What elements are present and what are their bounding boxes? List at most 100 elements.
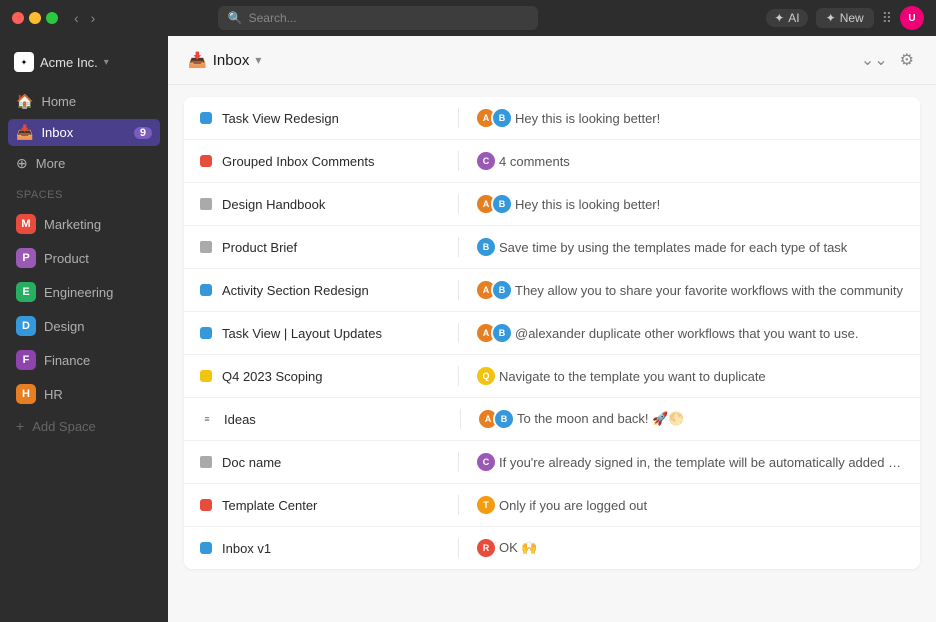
minimize-button[interactable]	[29, 12, 41, 24]
nav-buttons: ‹ ›	[70, 8, 99, 28]
titlebar-right: ✦ AI ✦ New ⠿ U	[766, 6, 924, 30]
inbox-title: Inbox	[213, 52, 250, 69]
comment-avatars: B	[475, 236, 491, 258]
avatar: B	[491, 322, 513, 344]
inbox-row[interactable]: Task View | Layout Updates A B @alexande…	[184, 312, 920, 355]
space-item-hr[interactable]: H HR	[8, 379, 160, 409]
ai-label: AI	[788, 11, 799, 25]
task-comment: C If you're already signed in, the templ…	[475, 451, 904, 473]
back-button[interactable]: ‹	[70, 8, 83, 28]
comment-text: They allow you to share your favorite wo…	[515, 283, 903, 298]
task-indicator	[200, 327, 212, 339]
space-item-finance[interactable]: F Finance	[8, 345, 160, 375]
star-icon: ✦	[826, 11, 836, 25]
comment-text: Save time by using the templates made fo…	[499, 240, 847, 255]
space-dot-engineering: E	[16, 282, 36, 302]
comment-text: OK 🙌	[499, 540, 538, 556]
inbox-row[interactable]: Q4 2023 Scoping Q Navigate to the templa…	[184, 355, 920, 398]
forward-button[interactable]: ›	[87, 8, 100, 28]
comment-avatars: Q	[475, 365, 491, 387]
inbox-row[interactable]: Template Center T Only if you are logged…	[184, 484, 920, 527]
inbox-row[interactable]: Inbox v1 R OK 🙌	[184, 527, 920, 569]
collapse-button[interactable]: ⌄⌄	[859, 48, 890, 72]
search-placeholder: Search...	[249, 11, 297, 25]
task-indicator	[200, 542, 212, 554]
comment-avatars: T	[475, 494, 491, 516]
task-name: Activity Section Redesign	[222, 283, 442, 298]
task-comment: C 4 comments	[475, 150, 904, 172]
sidebar: ✦ Acme Inc. ▾ 🏠 Home 📥 Inbox 9 ⊕ More Sp…	[0, 36, 168, 622]
avatar: B	[493, 408, 515, 430]
inbox-row[interactable]: Product Brief B Save time by using the t…	[184, 226, 920, 269]
task-indicator	[200, 284, 212, 296]
close-button[interactable]	[12, 12, 24, 24]
comment-avatars: C	[475, 451, 491, 473]
sidebar-item-more-label: More	[36, 156, 66, 171]
workspace-logo: ✦	[14, 52, 34, 72]
sidebar-item-home-label: Home	[41, 94, 76, 109]
task-comment: A B To the moon and back! 🚀🌕	[477, 408, 904, 430]
avatar: C	[475, 451, 497, 473]
new-label: New	[840, 11, 864, 25]
add-space-button[interactable]: + Add Space	[8, 413, 160, 439]
inbox-row[interactable]: Grouped Inbox Comments C 4 comments	[184, 140, 920, 183]
comment-text: 4 comments	[499, 154, 570, 169]
task-divider	[458, 495, 459, 515]
inbox-title-chevron-icon[interactable]: ▾	[255, 53, 261, 67]
task-indicator	[200, 112, 212, 124]
task-name: Ideas	[224, 412, 444, 427]
task-name: Product Brief	[222, 240, 442, 255]
space-item-marketing[interactable]: M Marketing	[8, 209, 160, 239]
task-divider	[458, 280, 459, 300]
add-space-label: Add Space	[32, 419, 96, 434]
task-name: Task View | Layout Updates	[222, 326, 442, 341]
task-divider	[458, 151, 459, 171]
avatar: Q	[475, 365, 497, 387]
inbox-badge: 9	[134, 127, 152, 139]
avatar: B	[475, 236, 497, 258]
ai-icon: ✦	[774, 11, 784, 25]
avatar: B	[491, 193, 513, 215]
inbox-row[interactable]: Doc name C If you're already signed in, …	[184, 441, 920, 484]
space-item-product[interactable]: P Product	[8, 243, 160, 273]
comment-avatars: A B	[477, 408, 509, 430]
sidebar-item-inbox-label: Inbox	[41, 125, 73, 140]
inbox-row[interactable]: ≡ Ideas A B To the moon and back! 🚀🌕	[184, 398, 920, 441]
task-indicator	[200, 370, 212, 382]
space-label-engineering: Engineering	[44, 285, 113, 300]
task-comment: T Only if you are logged out	[475, 494, 904, 516]
maximize-button[interactable]	[46, 12, 58, 24]
sidebar-item-home[interactable]: 🏠 Home	[8, 88, 160, 115]
avatar: T	[475, 494, 497, 516]
search-bar[interactable]: 🔍 Search...	[218, 6, 538, 30]
home-icon: 🏠	[16, 93, 33, 110]
space-item-engineering[interactable]: E Engineering	[8, 277, 160, 307]
space-item-design[interactable]: D Design	[8, 311, 160, 341]
search-icon: 🔍	[228, 11, 243, 25]
main-layout: ✦ Acme Inc. ▾ 🏠 Home 📥 Inbox 9 ⊕ More Sp…	[0, 36, 936, 622]
inbox-row[interactable]: Design Handbook A B Hey this is looking …	[184, 183, 920, 226]
sidebar-item-more[interactable]: ⊕ More	[8, 150, 160, 177]
settings-button[interactable]: ⚙	[898, 48, 916, 72]
workspace-selector[interactable]: ✦ Acme Inc. ▾	[8, 48, 160, 76]
apps-icon[interactable]: ⠿	[882, 10, 892, 27]
space-label-product: Product	[44, 251, 89, 266]
comment-text: Only if you are logged out	[499, 498, 647, 513]
task-comment: R OK 🙌	[475, 537, 904, 559]
comment-text: Hey this is looking better!	[515, 197, 660, 212]
sidebar-item-inbox[interactable]: 📥 Inbox 9	[8, 119, 160, 146]
comment-avatars: A B	[475, 279, 507, 301]
inbox-row[interactable]: Task View Redesign A B Hey this is looki…	[184, 97, 920, 140]
task-name: Grouped Inbox Comments	[222, 154, 442, 169]
user-avatar[interactable]: U	[900, 6, 924, 30]
inbox-row[interactable]: Activity Section Redesign A B They allow…	[184, 269, 920, 312]
new-button[interactable]: ✦ New	[816, 8, 874, 28]
task-name: Template Center	[222, 498, 442, 513]
space-dot-finance: F	[16, 350, 36, 370]
task-indicator	[200, 241, 212, 253]
workspace-name: Acme Inc.	[40, 55, 98, 70]
task-name: Q4 2023 Scoping	[222, 369, 442, 384]
header-actions: ⌄⌄ ⚙	[859, 48, 916, 72]
space-label-finance: Finance	[44, 353, 90, 368]
ai-badge[interactable]: ✦ AI	[766, 9, 807, 27]
